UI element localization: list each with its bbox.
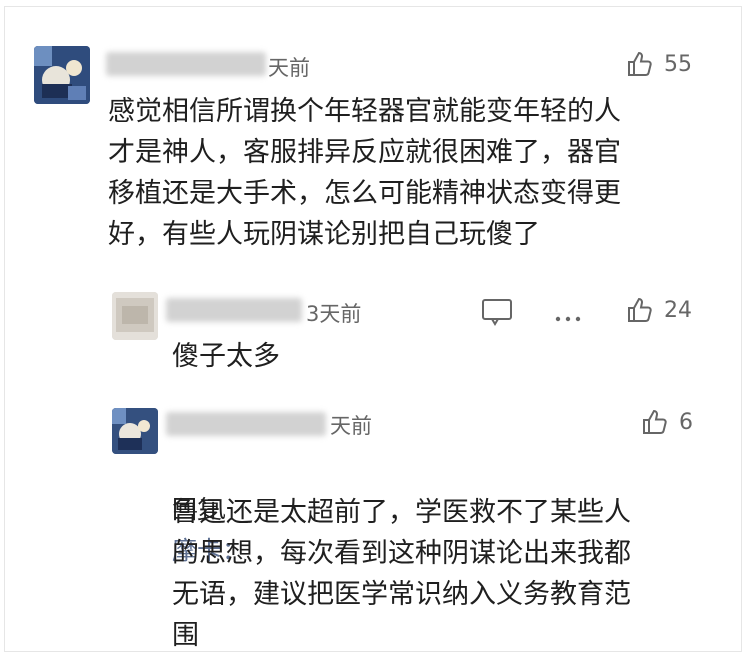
comment-button[interactable] [481,298,513,330]
reply-text: 鲁迅还是太超前了，学医救不了某些人 的思想，每次看到这种阴谋论出来我都 无语，建… [172,497,631,651]
like-button[interactable]: 24 [626,296,692,324]
avatar[interactable] [34,46,90,104]
like-count: 55 [664,51,692,77]
more-button[interactable] [554,308,582,327]
thumbs-up-icon [626,50,654,78]
thumbs-up-icon [641,408,669,436]
more-dots-icon [554,308,582,327]
comment-time: 天前 [268,56,310,80]
like-count: 6 [679,409,693,435]
comment-text: 感觉相信所谓换个年轻器官就能变年轻的人 才是神人，客服排异反应就很困难了，器官 … [108,96,621,250]
like-button[interactable]: 6 [641,408,693,436]
reply-time: 天前 [330,414,372,438]
like-count: 24 [664,297,692,323]
blurred-username [166,412,326,436]
blurred-username [166,298,302,322]
reply-time: 3天前 [306,302,362,326]
blurred-username [106,52,266,76]
avatar[interactable] [112,292,158,340]
avatar[interactable] [112,408,158,454]
like-button[interactable]: 55 [626,50,692,78]
comment-bubble-icon [481,299,513,330]
reply-text: 傻子太多 [172,341,280,372]
thumbs-up-icon [626,296,654,324]
